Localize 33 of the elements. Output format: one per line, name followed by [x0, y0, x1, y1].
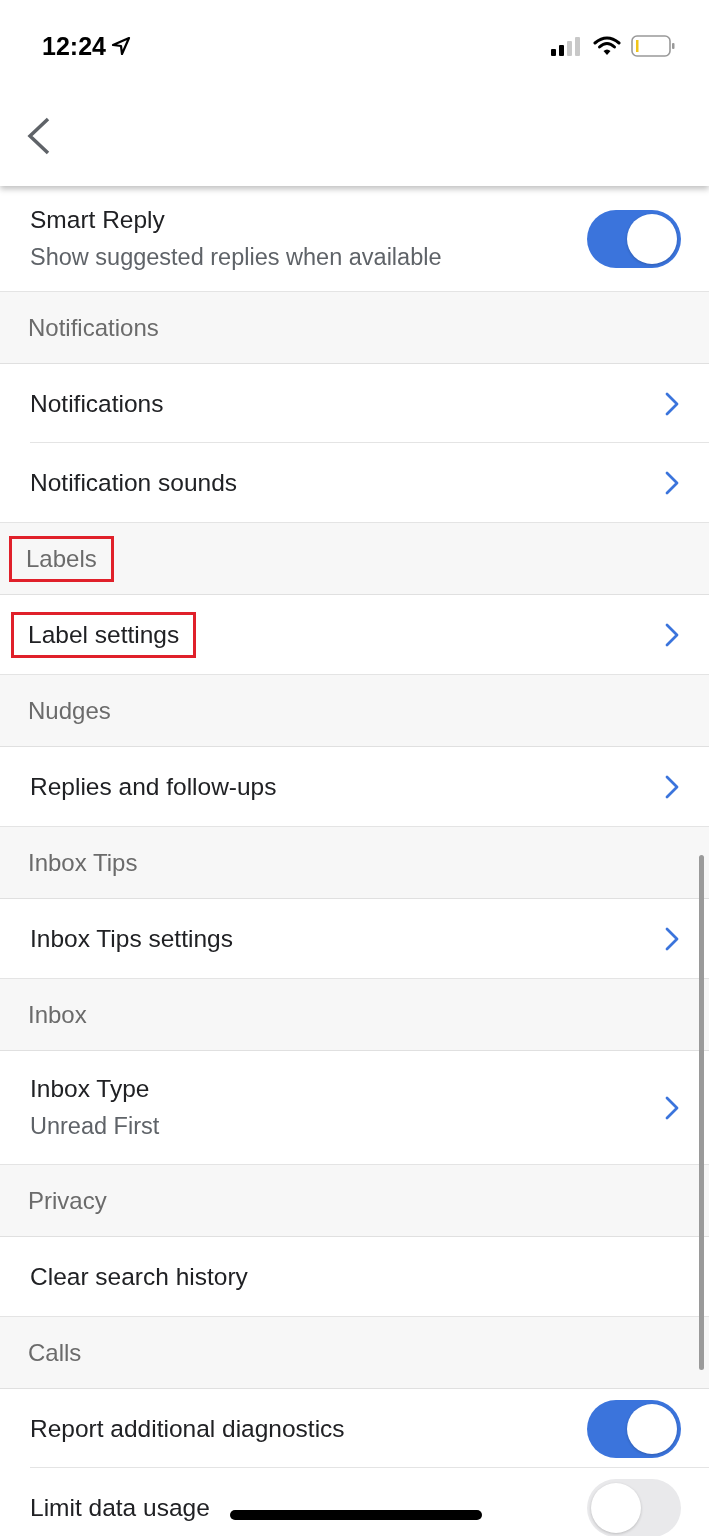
back-icon[interactable] [26, 116, 52, 156]
chevron-right-icon [665, 391, 679, 416]
status-time: 12:24 [42, 31, 106, 61]
section-header: Nudges [28, 695, 111, 726]
setting-title[interactable]: Inbox Tips settings [30, 924, 233, 953]
section-header: Notifications [28, 312, 159, 343]
signal-icon [551, 36, 583, 56]
chevron-right-icon [665, 470, 679, 495]
setting-title[interactable]: Notification sounds [30, 468, 237, 497]
setting-title[interactable]: Label settings [14, 614, 194, 655]
setting-title: Report additional diagnostics [30, 1414, 345, 1443]
chevron-right-icon [665, 926, 679, 951]
section-header: Inbox [28, 999, 87, 1030]
toggle-switch[interactable] [587, 209, 681, 268]
section-header: Inbox Tips [28, 847, 138, 878]
chevron-right-icon [665, 622, 679, 647]
setting-description: Unread First [30, 1113, 160, 1140]
chevron-right-icon [665, 1095, 679, 1120]
location-arrow-icon [110, 36, 131, 56]
setting-title[interactable]: Replies and follow-ups [30, 772, 277, 801]
toggle-switch[interactable] [587, 1399, 681, 1458]
setting-description: Show suggested replies when available [30, 244, 442, 271]
setting-title: Limit data usage [30, 1493, 210, 1522]
setting-title: Smart Reply [30, 206, 165, 234]
section-header: Labels [12, 538, 111, 579]
wifi-icon [593, 36, 621, 56]
chevron-right-icon [665, 774, 679, 799]
setting-title[interactable]: Clear search history [30, 1262, 248, 1291]
setting-title[interactable]: Inbox Type [30, 1075, 150, 1103]
section-header: Calls [28, 1337, 82, 1368]
battery-icon [631, 35, 675, 57]
setting-title[interactable]: Notifications [30, 389, 164, 418]
section-header: Privacy [28, 1185, 107, 1216]
